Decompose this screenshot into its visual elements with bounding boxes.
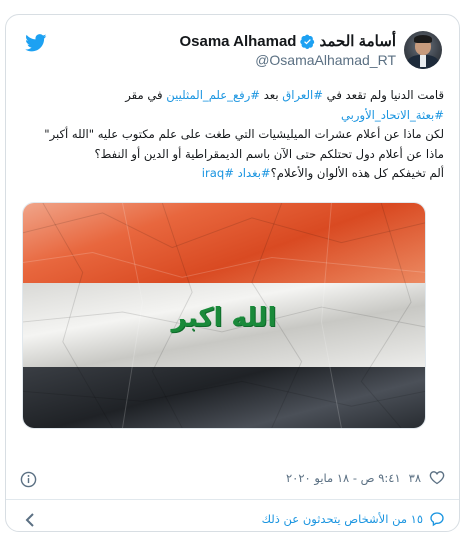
- author-handle[interactable]: @OsamaAlhamad_RT: [179, 52, 396, 68]
- tweet-image-iraq-flag[interactable]: الله اكبر: [22, 202, 426, 429]
- people-talking-link[interactable]: ١٥ من الأشخاص يتحدثون عن ذلك: [262, 512, 423, 526]
- tweet-meta: ٣٨ ٩:٤١ ص - ١٨ مايو ٢٠٢٠: [20, 470, 445, 490]
- flag-takbir-text: الله اكبر: [171, 303, 277, 333]
- tweet-card: أسامة الحمد Osama Alhamad @OsamaAlhamad_…: [5, 14, 460, 532]
- chevron-left-icon[interactable]: [24, 512, 36, 528]
- display-name-ar[interactable]: أسامة الحمد: [319, 32, 396, 50]
- tweet-line-5: ألم تخيفكم كل هذه الألوان والأعلام؟#بغدا…: [201, 166, 444, 180]
- avatar[interactable]: [404, 31, 442, 69]
- tweet-timestamp[interactable]: ٩:٤١ ص - ١٨ مايو ٢٠٢٠: [286, 471, 401, 485]
- twitter-bird-icon[interactable]: [25, 34, 47, 52]
- reply-icon: [430, 512, 444, 527]
- like-count[interactable]: ٣٨: [409, 471, 421, 485]
- heart-icon[interactable]: [429, 470, 445, 485]
- divider: [6, 499, 459, 500]
- tweet-footer[interactable]: ١٥ من الأشخاص يتحدثون عن ذلك: [20, 511, 445, 531]
- verified-icon: [300, 34, 315, 49]
- hashtag-baghdad[interactable]: #بغداد: [238, 166, 271, 180]
- tweet-text: قامت الدنيا ولم تقعد في #العراق بعد #رفع…: [22, 86, 444, 184]
- hashtag-iraq-en[interactable]: #iraq: [202, 166, 234, 180]
- hashtag-raising-flag[interactable]: #رفع_علم_المثليين: [166, 88, 260, 102]
- tweet-line-1: قامت الدنيا ولم تقعد في #العراق بعد #رفع…: [125, 88, 444, 102]
- hashtag-eu-mission[interactable]: #بعثة_الاتحاد_الأوربي: [341, 108, 444, 122]
- tweet-line-3: لكن ماذا عن أعلام عشرات الميليشيات التي …: [44, 127, 444, 141]
- hashtag-iraq-ar[interactable]: #العراق: [282, 88, 323, 102]
- display-name-en[interactable]: Osama Alhamad: [179, 33, 296, 50]
- tweet-line-2: #بعثة_الاتحاد_الأوربي: [22, 106, 444, 126]
- info-icon[interactable]: [20, 471, 37, 488]
- author-block[interactable]: أسامة الحمد Osama Alhamad @OsamaAlhamad_…: [179, 32, 396, 69]
- tweet-line-4: ماذا عن أعلام دول تحتلكم حتى الآن باسم ا…: [94, 146, 444, 161]
